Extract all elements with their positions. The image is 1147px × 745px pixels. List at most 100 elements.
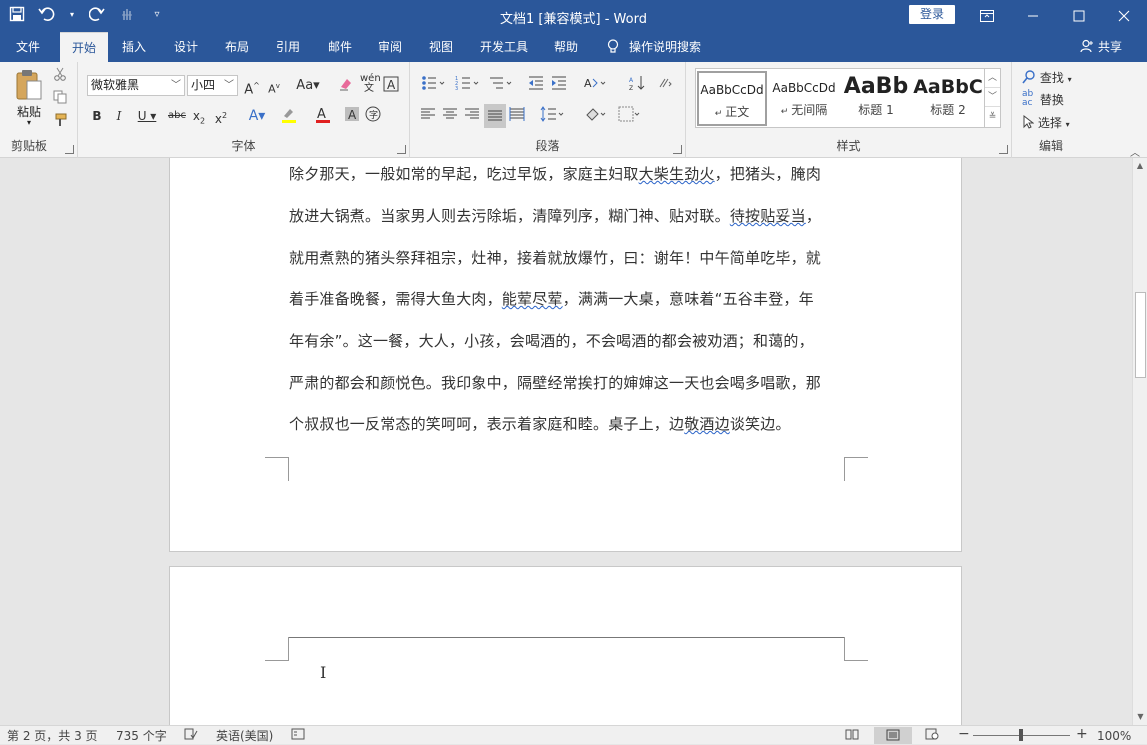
paragraph-launcher-icon[interactable] xyxy=(673,145,682,154)
save-icon[interactable] xyxy=(8,6,26,24)
superscript-icon[interactable]: x2 xyxy=(212,106,230,126)
language[interactable]: 英语(美国) xyxy=(216,728,273,744)
text-effects-icon[interactable]: A▾ xyxy=(242,106,272,126)
login-button[interactable]: 登录 xyxy=(909,5,955,24)
select-button[interactable]: 选择 ▾ xyxy=(1022,113,1090,133)
collapse-ribbon-icon[interactable]: ︿ xyxy=(1130,144,1140,159)
tab-review[interactable]: 审阅 xyxy=(368,32,412,62)
gallery-more-icon[interactable]: ≚ xyxy=(985,107,1000,127)
paste-dropdown-icon[interactable]: ▾ xyxy=(10,119,48,127)
maximize-icon[interactable] xyxy=(1056,0,1102,32)
distributed-icon[interactable] xyxy=(508,106,526,126)
proofing-icon[interactable] xyxy=(184,728,198,744)
show-paragraph-marks-icon[interactable] xyxy=(656,75,674,95)
style-normal[interactable]: AaBbCcDd ↵ 正文 xyxy=(697,71,767,126)
paragraph-line[interactable]: 就用煮熟的猪头祭拜祖宗，灶神，接着就放爆竹，曰：谢年！中午简单吃毕，就 xyxy=(289,247,849,268)
paragraph-line[interactable]: 年有余”。这一餐，大人，小孩，会喝酒的，不会喝酒的都会被劝酒；和蔼的， xyxy=(289,330,849,351)
find-button[interactable]: 查找 ▾ xyxy=(1022,68,1090,88)
font-color-icon[interactable]: A xyxy=(308,106,338,126)
clipboard-launcher-icon[interactable] xyxy=(65,145,74,154)
paragraph-line[interactable]: 着手准备晚餐，需得大鱼大肉，能荤尽荤，满满一大桌，意味着“五谷丰登，年 xyxy=(289,288,849,309)
zoom-slider[interactable] xyxy=(973,729,1070,741)
bullets-icon[interactable] xyxy=(419,75,449,95)
paragraph-line[interactable]: 放进大锅煮。当家男人则去污除垢，清障列序，糊门神、贴对联。待按贴妥当， xyxy=(289,205,849,226)
page-1[interactable]: 除夕那天，一般如常的早起，吃过早饭，家庭主妇取大柴生劲火，把猪头，腌肉 放进大锅… xyxy=(169,158,962,552)
multilevel-list-icon[interactable] xyxy=(487,75,517,95)
align-left-icon[interactable] xyxy=(419,106,437,126)
italic-icon[interactable]: I xyxy=(112,106,126,126)
highlight-color-icon[interactable] xyxy=(274,106,304,126)
minimize-icon[interactable] xyxy=(1010,0,1056,32)
strikethrough-icon[interactable]: abc xyxy=(166,106,188,126)
chinese-layout-icon[interactable]: A xyxy=(582,75,610,95)
character-shading-icon[interactable]: A xyxy=(344,106,360,126)
decrease-indent-icon[interactable] xyxy=(527,75,545,95)
subscript-icon[interactable]: x2 xyxy=(190,106,208,126)
undo-dropdown-icon[interactable]: ▾ xyxy=(68,6,76,24)
increase-indent-icon[interactable] xyxy=(550,75,568,95)
enclose-characters-icon[interactable]: 字 xyxy=(364,106,382,126)
gallery-down-icon[interactable]: ﹀ xyxy=(985,88,1000,107)
copy-icon[interactable] xyxy=(50,90,70,110)
bold-icon[interactable]: B xyxy=(90,106,104,126)
customize-qat-icon[interactable]: ▿ xyxy=(148,6,166,24)
tab-home[interactable]: 开始 xyxy=(60,32,108,62)
gallery-up-icon[interactable]: ︿ xyxy=(985,69,1000,88)
cut-icon[interactable] xyxy=(50,67,70,87)
vertical-scrollbar[interactable]: ▲ ▼ xyxy=(1132,158,1147,725)
style-heading-1[interactable]: AaBb 标题 1 xyxy=(841,71,911,126)
shrink-font-icon[interactable]: Av xyxy=(266,76,282,96)
tab-references[interactable]: 引用 xyxy=(266,32,310,62)
tab-design[interactable]: 设计 xyxy=(164,32,208,62)
line-spacing-icon[interactable] xyxy=(538,106,568,126)
zoom-slider-thumb[interactable] xyxy=(1019,729,1023,741)
undo-icon[interactable] xyxy=(38,6,56,24)
read-mode-icon[interactable] xyxy=(845,728,859,744)
justify-icon[interactable] xyxy=(484,104,506,128)
align-center-icon[interactable] xyxy=(441,106,459,126)
tab-insert[interactable]: 插入 xyxy=(112,32,156,62)
styles-launcher-icon[interactable] xyxy=(999,145,1008,154)
web-layout-icon[interactable] xyxy=(925,728,939,744)
paragraph-line[interactable]: 严肃的都会和颜悦色。我印象中，隔壁经常挨打的婶婶这一天也会喝多唱歌，那 xyxy=(289,372,849,393)
touch-mode-icon[interactable] xyxy=(118,6,136,24)
macro-icon[interactable] xyxy=(291,728,305,744)
ribbon-display-options-icon[interactable] xyxy=(964,0,1010,32)
change-case-icon[interactable]: Aa▾ xyxy=(294,76,322,96)
format-painter-icon[interactable] xyxy=(50,113,70,133)
sort-icon[interactable]: AZ xyxy=(628,75,646,95)
font-name-combo[interactable]: 微软雅黑 ﹀ xyxy=(87,75,185,96)
shading-icon[interactable] xyxy=(582,106,610,126)
tab-layout[interactable]: 布局 xyxy=(215,32,259,62)
grow-font-icon[interactable]: A^ xyxy=(244,76,260,97)
paragraph-line[interactable]: 除夕那天，一般如常的早起，吃过早饭，家庭主妇取大柴生劲火，把猪头，腌肉 xyxy=(289,163,849,184)
tab-file[interactable]: 文件 xyxy=(6,32,50,62)
paragraph-line[interactable]: 个叔叔也一反常态的笑呵呵，表示着家庭和睦。桌子上，边敬酒边谈笑边。 xyxy=(289,413,849,434)
font-launcher-icon[interactable] xyxy=(397,145,406,154)
redo-icon[interactable] xyxy=(88,6,106,24)
document-area[interactable]: 除夕那天，一般如常的早起，吃过早饭，家庭主妇取大柴生劲火，把猪头，腌肉 放进大锅… xyxy=(0,158,1147,725)
tab-developer[interactable]: 开发工具 xyxy=(472,32,536,62)
tell-me-search[interactable]: 操作说明搜索 xyxy=(607,32,701,62)
style-heading-2[interactable]: AaBbC 标题 2 xyxy=(913,71,983,126)
numbering-icon[interactable]: 123 xyxy=(453,75,483,95)
tab-help[interactable]: 帮助 xyxy=(544,32,588,62)
scroll-thumb[interactable] xyxy=(1135,292,1146,378)
scroll-down-icon[interactable]: ▼ xyxy=(1133,709,1147,725)
clear-formatting-icon[interactable] xyxy=(336,76,356,96)
scroll-up-icon[interactable]: ▲ xyxy=(1133,158,1147,174)
phonetic-guide-icon[interactable]: wén 文 xyxy=(360,74,381,94)
print-layout-icon[interactable] xyxy=(874,727,912,744)
close-icon[interactable] xyxy=(1101,0,1147,32)
zoom-level[interactable]: 100% xyxy=(1097,728,1131,744)
zoom-in-icon[interactable]: + xyxy=(1076,726,1088,742)
style-no-spacing[interactable]: AaBbCcDd ↵ 无间隔 xyxy=(769,71,839,126)
character-border-icon[interactable]: A xyxy=(382,76,400,96)
page-count[interactable]: 第 2 页，共 3 页 xyxy=(7,728,98,744)
word-count[interactable]: 735 个字 xyxy=(116,728,167,744)
share-button[interactable]: 共享 xyxy=(1080,32,1122,62)
font-size-combo[interactable]: 小四 ﹀ xyxy=(187,75,238,96)
tab-mailings[interactable]: 邮件 xyxy=(318,32,362,62)
zoom-out-icon[interactable]: − xyxy=(958,726,970,742)
replace-button[interactable]: ab ac 替换 xyxy=(1022,90,1090,110)
